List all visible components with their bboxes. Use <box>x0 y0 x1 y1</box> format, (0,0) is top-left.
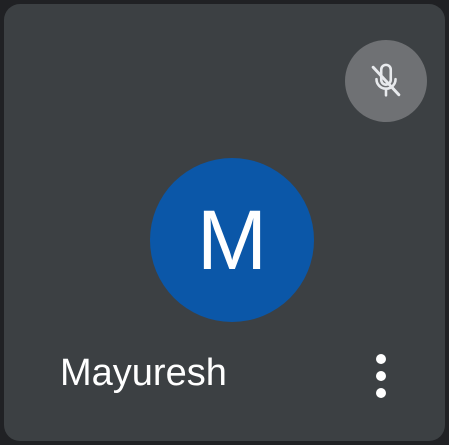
participant-name: Mayuresh <box>60 352 227 394</box>
participant-tile[interactable]: M Mayuresh <box>4 4 445 441</box>
more-vert-icon-dot <box>376 371 386 381</box>
more-vert-icon <box>376 354 386 364</box>
mic-off-indicator <box>345 40 427 122</box>
more-options-button[interactable] <box>359 338 403 414</box>
more-vert-icon-dot <box>376 388 386 398</box>
avatar-initial: M <box>197 193 267 287</box>
avatar: M <box>150 158 314 322</box>
mic-off-icon <box>371 63 401 97</box>
